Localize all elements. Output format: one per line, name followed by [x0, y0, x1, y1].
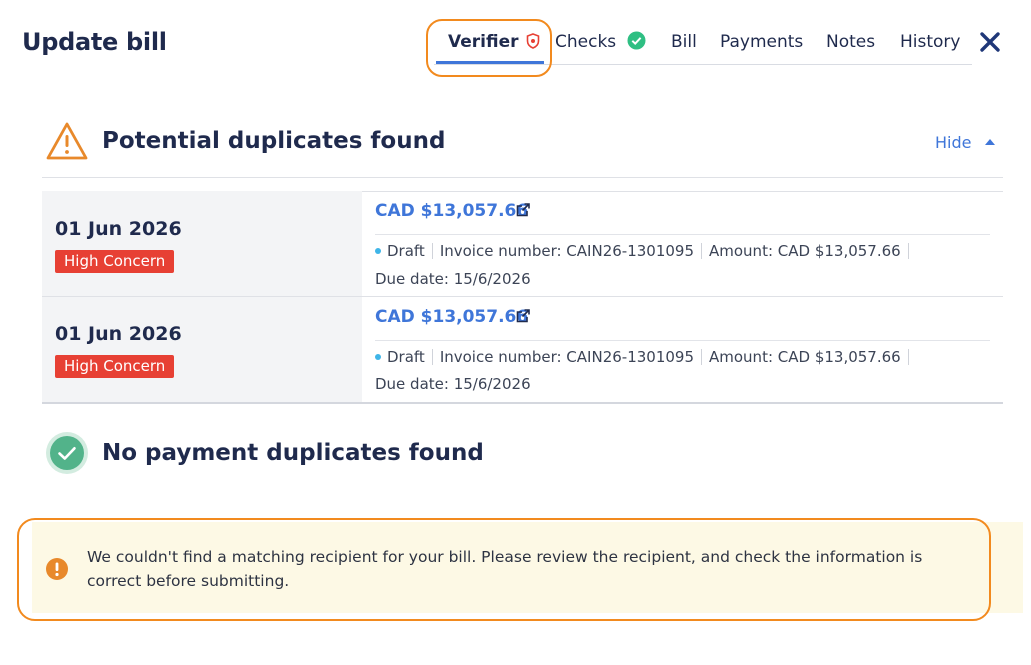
status-text: Draft	[387, 242, 425, 260]
status-text: Draft	[387, 348, 425, 366]
due-date: Due date: 15/6/2026	[375, 270, 531, 288]
invoice-number: Invoice number: CAIN26-1301095	[439, 348, 694, 366]
invoice-number: Invoice number: CAIN26-1301095	[439, 242, 694, 260]
hide-toggle[interactable]: Hide	[935, 133, 996, 152]
row-inner-divider	[375, 340, 990, 341]
success-check-icon	[46, 432, 88, 474]
status-dot	[375, 353, 381, 360]
annotation-highlight-alert	[17, 518, 991, 621]
tab-checks[interactable]: Checks	[555, 31, 646, 52]
duplicate-row: 01 Jun 2026 High Concern CAD $13,057.66 …	[42, 297, 1003, 403]
duplicate-row: 01 Jun 2026 High Concern CAD $13,057.66 …	[42, 191, 1003, 297]
duplicates-heading: Potential duplicates found	[102, 128, 446, 154]
check-circle-icon	[627, 31, 646, 49]
warning-triangle-icon	[46, 122, 88, 160]
external-link-icon[interactable]	[515, 308, 531, 324]
close-icon[interactable]	[978, 30, 1002, 54]
duplicate-amount-link[interactable]: CAD $13,057.66	[375, 307, 528, 327]
amount-text: Amount: CAD $13,057.66	[709, 242, 901, 260]
concern-badge: High Concern	[55, 355, 175, 378]
chevron-up-icon	[984, 138, 995, 145]
tab-checks-label: Checks	[555, 32, 617, 52]
duplicate-meta: Draft Invoice number: CAIN26-1301095 Amoun…	[375, 348, 916, 366]
duplicate-amount-link[interactable]: CAD $13,057.66	[375, 201, 528, 221]
duplicate-row-summary: 01 Jun 2026 High Concern	[42, 297, 362, 403]
external-link-icon[interactable]	[515, 202, 531, 218]
hide-toggle-label: Hide	[935, 133, 972, 152]
duplicate-date: 01 Jun 2026	[55, 323, 182, 345]
status-dot	[375, 247, 381, 254]
tab-notes[interactable]: Notes	[826, 32, 875, 52]
amount-text: Amount: CAD $13,057.66	[709, 348, 901, 366]
duplicate-meta: Draft Invoice number: CAIN26-1301095 Amoun…	[375, 242, 916, 260]
tab-bill[interactable]: Bill	[671, 32, 697, 52]
page-title: Update bill	[22, 28, 167, 56]
concern-badge: High Concern	[55, 250, 175, 273]
tab-history[interactable]: History	[900, 32, 960, 52]
section-divider	[42, 177, 1003, 178]
duplicate-date: 01 Jun 2026	[55, 218, 182, 240]
row-inner-divider	[375, 234, 990, 235]
due-date: Due date: 15/6/2026	[375, 375, 531, 393]
table-bottom-border	[42, 402, 1003, 404]
payment-duplicates-heading: No payment duplicates found	[102, 440, 484, 466]
duplicate-row-summary: 01 Jun 2026 High Concern	[42, 191, 362, 297]
annotation-highlight-tab	[426, 19, 552, 77]
tab-payments[interactable]: Payments	[720, 32, 803, 52]
